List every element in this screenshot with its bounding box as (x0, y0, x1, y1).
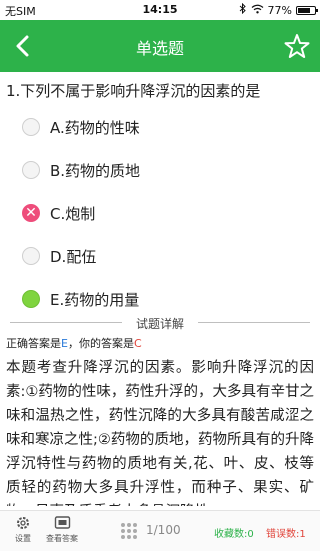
bluetooth-icon (239, 2, 247, 17)
settings-button[interactable]: 设置 (8, 515, 38, 544)
option-label: C.炮制 (50, 205, 96, 223)
page-title: 单选题 (135, 39, 184, 58)
option-c[interactable]: ✕ C.炮制 (0, 194, 320, 237)
status-icons: 77% (239, 2, 318, 17)
wifi-icon (251, 4, 264, 17)
correct-answer-prefix: 正确答案是 (6, 337, 61, 350)
your-answer: C (133, 337, 142, 350)
radio-unselected-icon (22, 118, 40, 136)
divider-line-right (198, 322, 310, 323)
answer-card-icon (54, 516, 71, 533)
your-answer-prefix: ，你的答案是 (67, 337, 134, 350)
settings-label: 设置 (15, 534, 31, 543)
option-label: B.药物的质地 (50, 162, 141, 180)
option-label: A.药物的性味 (50, 119, 140, 137)
battery-percent: 77% (267, 3, 292, 17)
radio-unselected-icon (22, 247, 40, 265)
explanation-text: 本题考查升降浮沉的因素。影响升降浮沉的因素:①药物的性味，药性升浮的，大多具有辛… (6, 360, 314, 506)
errors-count: 错误数:1 (266, 529, 306, 540)
top-app-bar: 单选题 (0, 20, 320, 72)
option-a[interactable]: A.药物的性味 (0, 108, 320, 151)
option-label: D.配伍 (50, 248, 97, 266)
page-indicator[interactable]: 1/100 (146, 523, 181, 537)
option-b[interactable]: B.药物的质地 (0, 151, 320, 194)
wrong-mark-icon: ✕ (22, 204, 40, 222)
view-answer-button[interactable]: 查看答案 (42, 515, 82, 544)
correct-dot-icon (22, 290, 40, 308)
grid-icon[interactable] (120, 522, 138, 544)
option-label: E.药物的用量 (50, 291, 140, 309)
gear-icon (15, 517, 31, 533)
correct-answer: E (61, 337, 68, 350)
bottom-toolbar: 设置 查看答案 1/100 收藏数:0 错误数:1 (0, 510, 320, 551)
options-list: A.药物的性味 B.药物的质地 ✕ C.炮制 D.配伍 E.药物的用量 (0, 108, 320, 323)
star-outline-icon (282, 34, 312, 64)
favorites-count: 收藏数:0 (214, 529, 254, 540)
view-answer-label: 查看答案 (46, 534, 78, 543)
answer-summary: 正确答案是E，你的答案是C (6, 335, 142, 351)
favorite-button[interactable] (282, 32, 312, 60)
detail-heading: 试题详解 (135, 317, 184, 331)
status-bar: 无SIM 14:15 77% (0, 0, 320, 20)
radio-unselected-icon (22, 161, 40, 179)
battery-icon (296, 5, 318, 15)
option-d[interactable]: D.配伍 (0, 237, 320, 280)
detail-divider: 试题详解 (10, 315, 310, 331)
question-text: 1.下列不属于影响升降浮沉的因素的是 (6, 82, 261, 100)
